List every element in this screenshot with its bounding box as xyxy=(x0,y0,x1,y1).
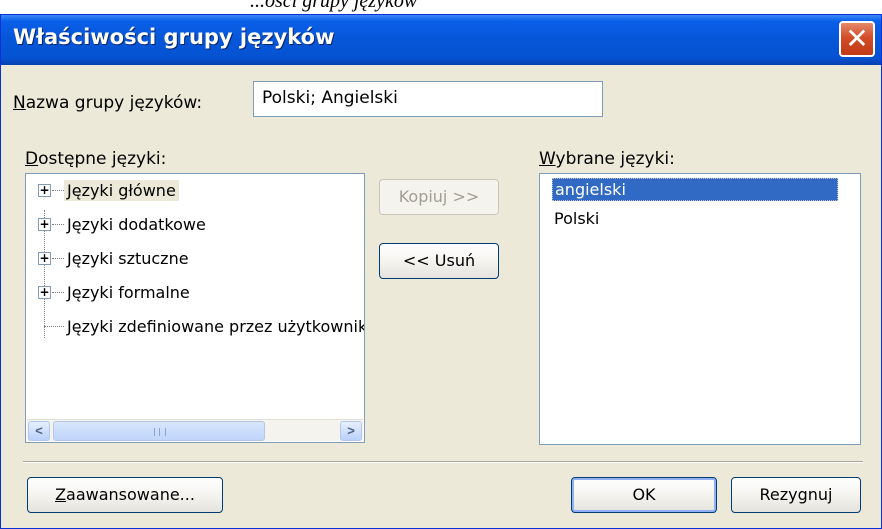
language-group-properties-dialog: Właściwości grupy języków ✕ Nazwa grupy … xyxy=(0,14,882,529)
tree-connector xyxy=(52,190,64,191)
scroll-grip-icon xyxy=(154,428,166,436)
list-item-english[interactable]: angielski xyxy=(552,178,838,201)
tree-connector xyxy=(44,326,64,327)
tree-connector xyxy=(52,224,64,225)
footer-separator xyxy=(23,461,863,463)
title-bar[interactable]: Właściwości grupy języków ✕ xyxy=(1,15,881,65)
cancel-button[interactable]: Rezygnuj xyxy=(731,477,861,513)
close-icon: ✕ xyxy=(845,22,869,55)
expand-icon[interactable]: + xyxy=(38,218,51,231)
group-name-input[interactable]: Polski; Angielski xyxy=(253,81,603,117)
clipped-heading-italic: ...ości grupy języków xyxy=(250,0,418,12)
advanced-button-mnemonic: Z xyxy=(55,485,67,504)
available-languages-label-mnemonic: D xyxy=(25,149,39,169)
remove-button[interactable]: << Usuń xyxy=(379,243,499,279)
group-name-label-mnemonic: N xyxy=(13,93,26,113)
tree-item-label: Języki główne xyxy=(64,180,179,201)
available-languages-label-text: ostępne języki: xyxy=(38,149,167,169)
selected-languages-list[interactable]: angielski Polski xyxy=(539,173,861,445)
tree-item-label: Języki formalne xyxy=(67,283,190,302)
horizontal-scrollbar[interactable]: < > xyxy=(27,419,363,441)
copy-button[interactable]: Kopiuj >> xyxy=(379,179,499,215)
scroll-right-icon[interactable]: > xyxy=(340,421,362,441)
group-name-label-text: azwa grupy języków: xyxy=(25,93,203,113)
tree-connector xyxy=(52,258,64,259)
advanced-button[interactable]: Zaawansowane... xyxy=(27,477,223,513)
expand-icon[interactable]: + xyxy=(38,286,51,299)
expand-icon[interactable]: + xyxy=(38,184,51,197)
tree-item-label: Języki zdefiniowane przez użytkownika xyxy=(67,317,365,336)
list-item-polish[interactable]: Polski xyxy=(552,208,601,229)
clipped-heading-fragment: ...ości grupy języków xyxy=(0,0,882,14)
tree-item-label: Języki dodatkowe xyxy=(67,215,206,234)
tree-item-label: Języki sztuczne xyxy=(67,249,189,268)
expand-icon[interactable]: + xyxy=(38,252,51,265)
close-button[interactable]: ✕ xyxy=(839,21,875,57)
available-languages-label: Dostępne języki: xyxy=(25,149,166,169)
tree-connector xyxy=(52,292,64,293)
scroll-thumb[interactable] xyxy=(53,421,265,441)
selected-languages-label: Wybrane języki: xyxy=(539,149,675,169)
clipped-heading-text: ...ości grupy języków xyxy=(250,0,417,13)
selected-languages-label-mnemonic: W xyxy=(539,149,556,169)
advanced-button-label: aawansowane... xyxy=(66,485,195,504)
selected-languages-label-text: ybrane języki: xyxy=(555,149,675,169)
ok-button[interactable]: OK xyxy=(571,477,717,513)
available-languages-tree[interactable]: + Języki główne + Języki dodatkowe + Jęz… xyxy=(25,173,365,443)
group-name-label: Nazwa grupy języków: xyxy=(13,93,202,113)
window-title: Właściwości grupy języków xyxy=(13,25,335,49)
scroll-left-icon[interactable]: < xyxy=(28,421,50,441)
